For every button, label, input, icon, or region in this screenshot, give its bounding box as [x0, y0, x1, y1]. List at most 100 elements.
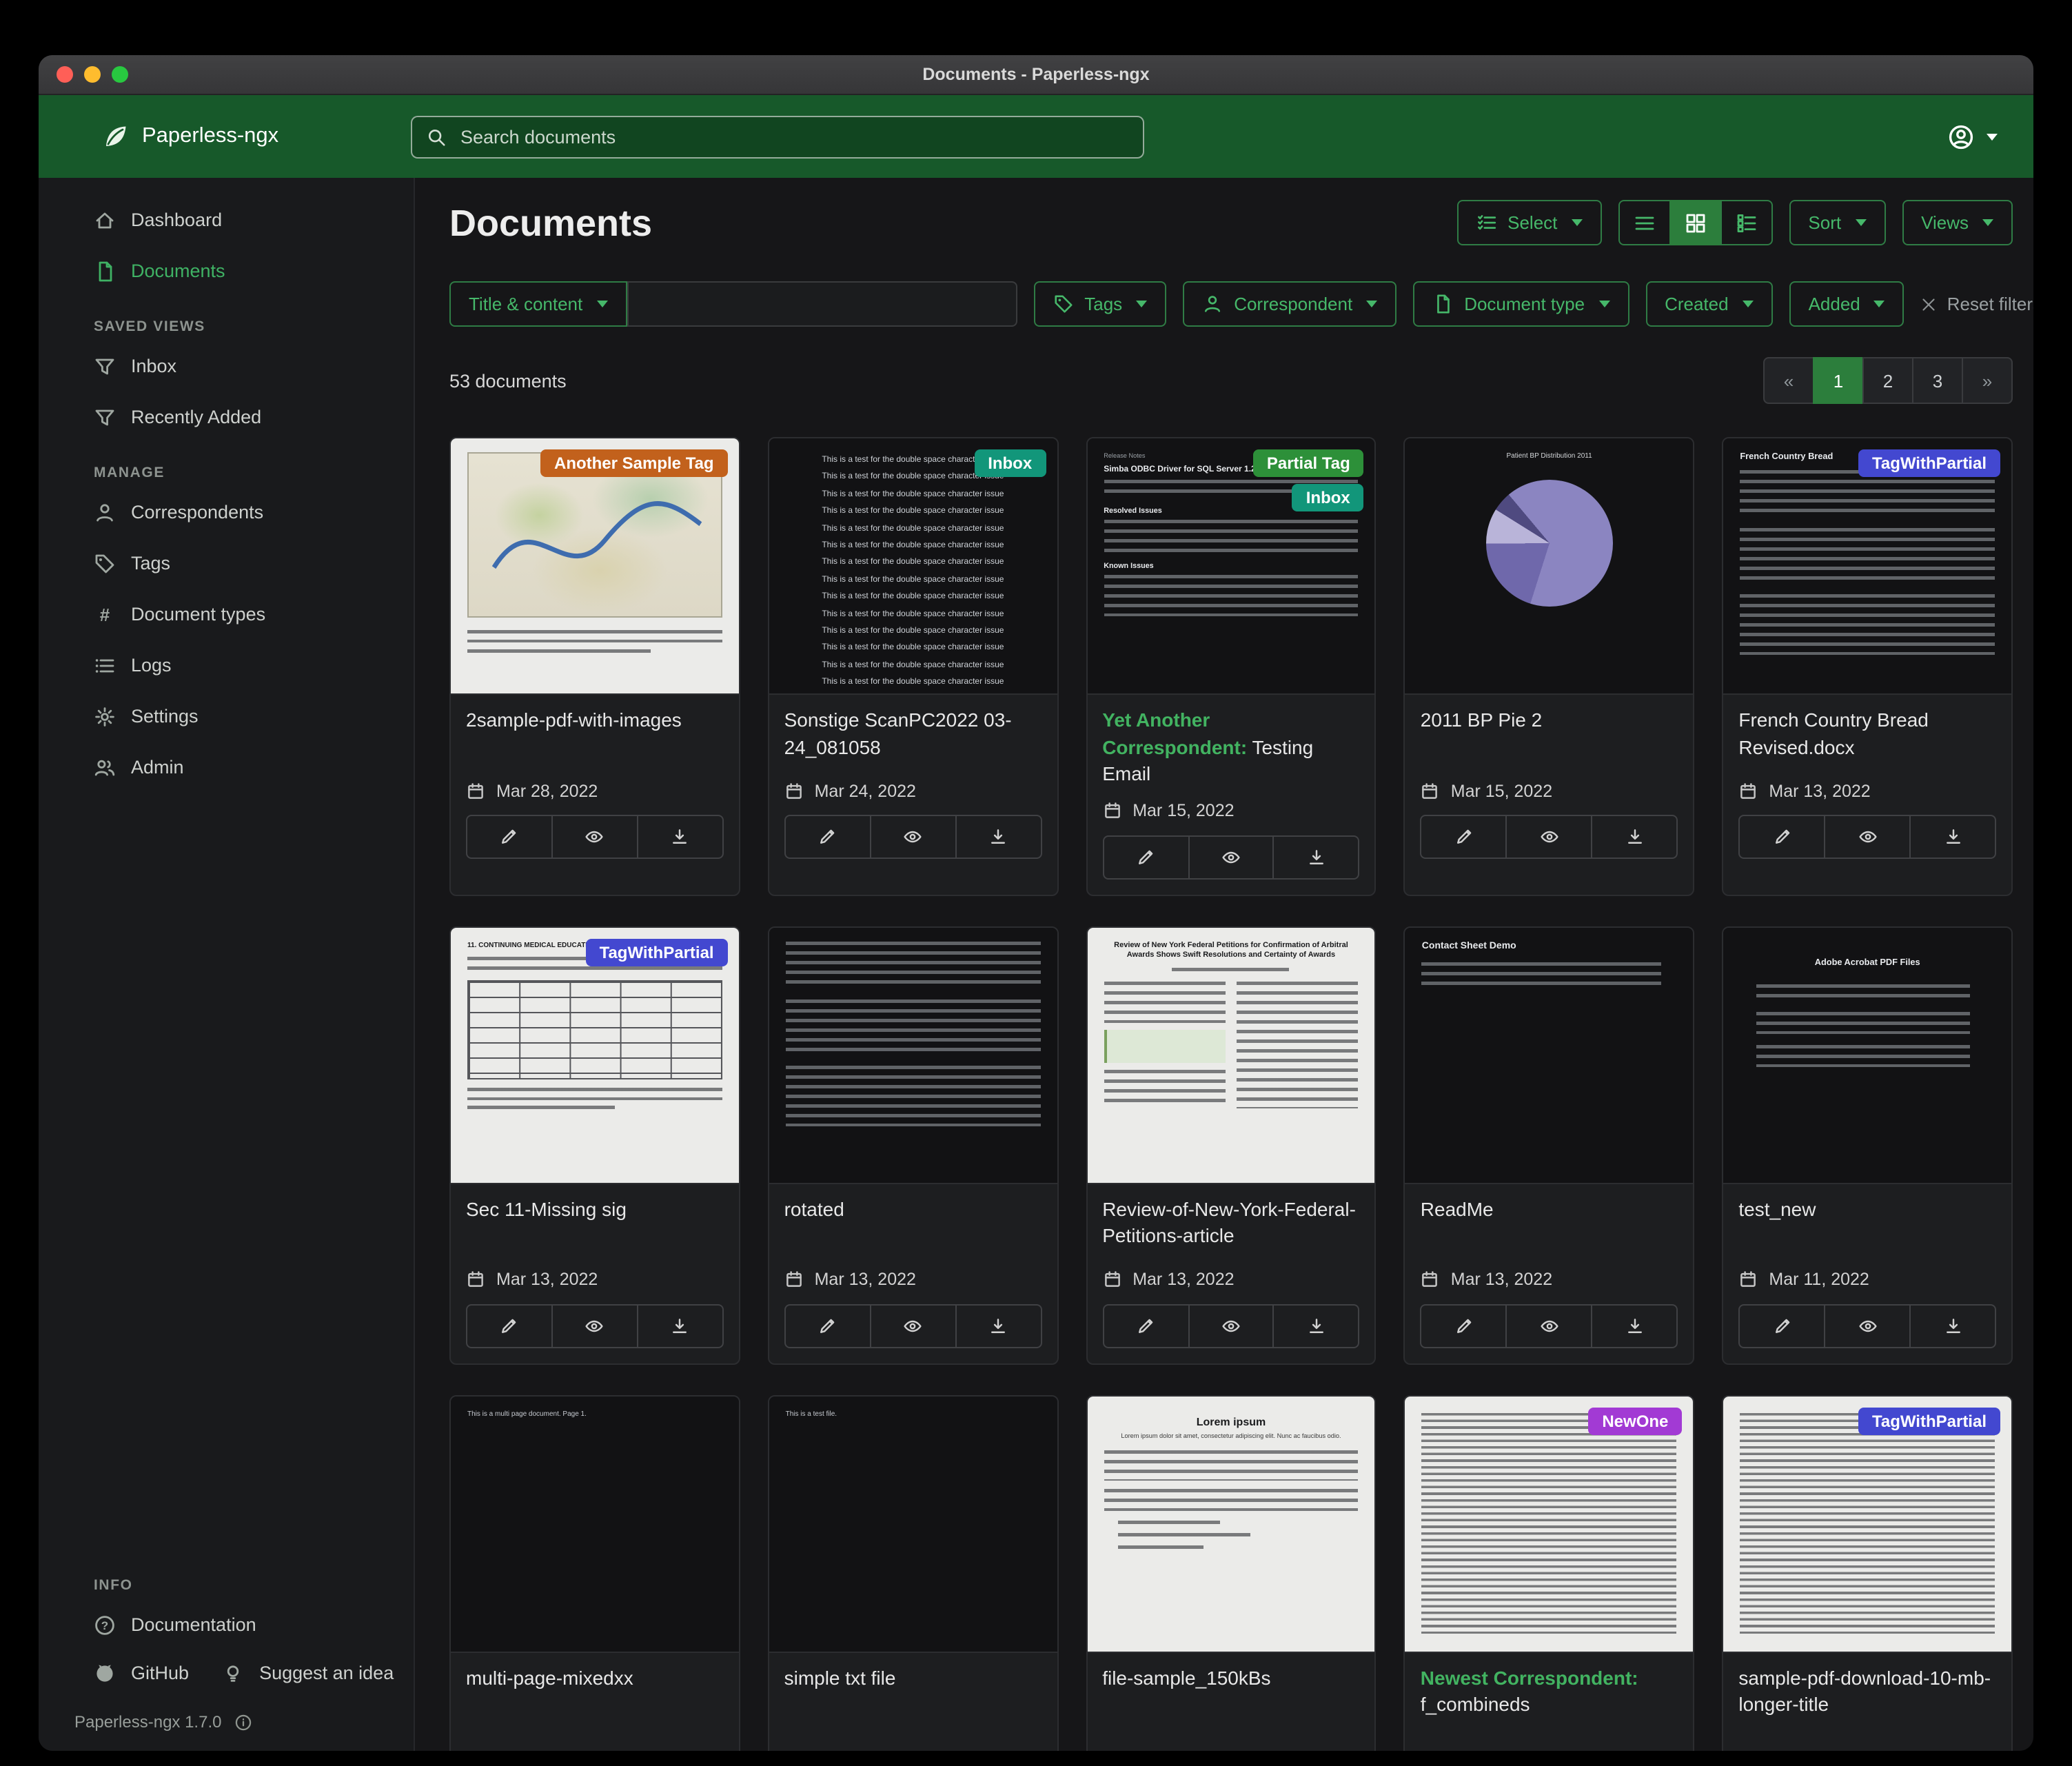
view-button[interactable] [1506, 815, 1593, 859]
created-filter-button[interactable]: Created [1645, 281, 1773, 327]
document-card-french-country-bread-revised-docx[interactable]: French Country BreadTagWithPartialFrench… [1722, 437, 2013, 896]
document-title[interactable]: Sec 11-Missing sig [466, 1197, 724, 1257]
tag-badge[interactable]: NewOne [1588, 1408, 1682, 1435]
close-window-button[interactable] [57, 66, 73, 83]
document-thumbnail[interactable]: This is a test file. [769, 1397, 1057, 1652]
sidebar-item-recently-added[interactable]: Recently Added [72, 394, 394, 440]
select-button[interactable]: Select [1456, 200, 1601, 245]
document-title[interactable]: Yet Another Correspondent: Testing Email [1102, 707, 1360, 789]
pagination-prev[interactable]: « [1763, 357, 1814, 404]
edit-button[interactable] [1738, 815, 1825, 859]
correspondent-link[interactable]: Newest Correspondent: [1421, 1667, 1638, 1689]
document-title[interactable]: test_new [1738, 1197, 1996, 1257]
sidebar-item-admin[interactable]: Admin [72, 744, 394, 790]
edit-button[interactable] [1102, 1304, 1189, 1348]
sidebar-item-correspondents[interactable]: Correspondents [72, 489, 394, 535]
minimize-window-button[interactable] [84, 66, 101, 83]
document-card-f-combineds[interactable]: NewOne Newest Correspondent: f_combineds [1404, 1395, 1695, 1751]
view-detail-toggle[interactable] [1720, 200, 1772, 245]
sidebar-item-inbox[interactable]: Inbox [72, 343, 394, 389]
document-card-sec-11-missing-sig[interactable]: 11. CONTINUING MEDICAL EDUCATIONTagWithP… [449, 926, 740, 1365]
tag-badge[interactable]: TagWithPartial [586, 939, 728, 966]
document-card-review-of-new-york-federal-petitions-article[interactable]: Review of New York Federal Petitions for… [1086, 926, 1377, 1365]
tags-filter-button[interactable]: Tags [1033, 281, 1166, 327]
tag-badge[interactable]: Inbox [1292, 484, 1364, 511]
sidebar-item-tags[interactable]: Tags [72, 540, 394, 586]
search-input[interactable] [458, 125, 1129, 148]
download-button[interactable] [1273, 1304, 1360, 1348]
title-content-filter-input[interactable] [627, 281, 1017, 327]
pagination-next[interactable]: » [1962, 357, 2013, 404]
info-icon[interactable] [234, 1713, 252, 1731]
document-title[interactable]: ReadMe [1421, 1197, 1678, 1257]
download-button[interactable] [1592, 815, 1678, 859]
sidebar-item-settings[interactable]: Settings [72, 693, 394, 739]
document-card-sample-pdf-download-10-mb-longer-title[interactable]: TagWithPartial sample-pdf-download-10-mb-… [1722, 1395, 2013, 1751]
sidebar-item-documents[interactable]: Documents [72, 248, 394, 294]
view-grid-toggle[interactable] [1669, 200, 1721, 245]
tag-badge[interactable]: Partial Tag [1253, 449, 1364, 477]
edit-button[interactable] [1102, 835, 1189, 880]
user-menu[interactable] [1948, 123, 2006, 150]
document-thumbnail[interactable] [769, 928, 1057, 1183]
sidebar-item-logs[interactable]: Logs [72, 642, 394, 688]
tag-badge[interactable]: Inbox [974, 449, 1046, 477]
edit-button[interactable] [466, 815, 553, 859]
document-title[interactable]: 2sample-pdf-with-images [466, 707, 724, 768]
document-card-sonstige-scanpc2022-03-24-081058[interactable]: This is a test for the double space char… [768, 437, 1059, 896]
download-button[interactable] [637, 1304, 724, 1348]
edit-button[interactable] [466, 1304, 553, 1348]
document-thumbnail[interactable]: Adobe Acrobat PDF Files [1723, 928, 2011, 1183]
views-button[interactable]: Views [1902, 200, 2013, 245]
pagination-page-3[interactable]: 3 [1912, 357, 1963, 404]
view-list-toggle[interactable] [1618, 200, 1670, 245]
view-button[interactable] [551, 1304, 638, 1348]
title-content-dropdown[interactable]: Title & content [449, 281, 627, 327]
view-button[interactable] [1824, 815, 1911, 859]
edit-button[interactable] [1421, 815, 1507, 859]
document-card-multi-page-mixedxx[interactable]: This is a multi page document. Page 1. mu… [449, 1395, 740, 1751]
pagination-page-1[interactable]: 1 [1813, 357, 1864, 404]
edit-button[interactable] [784, 1304, 871, 1348]
document-title[interactable]: file-sample_150kBs [1102, 1665, 1360, 1726]
document-thumbnail[interactable]: This is a multi page document. Page 1. [451, 1397, 739, 1652]
added-filter-button[interactable]: Added [1789, 281, 1905, 327]
zoom-window-button[interactable] [112, 66, 128, 83]
document-title[interactable]: simple txt file [784, 1665, 1042, 1726]
document-type-filter-button[interactable]: Document type [1413, 281, 1629, 327]
document-title[interactable]: Sonstige ScanPC2022 03-24_081058 [784, 707, 1042, 768]
reset-filters-button[interactable]: Reset filters [1921, 294, 2033, 314]
document-card-file-sample-150kbs[interactable]: Lorem ipsumLorem ipsum dolor sit amet, c… [1086, 1395, 1377, 1751]
document-title[interactable]: sample-pdf-download-10-mb-longer-title [1738, 1665, 1996, 1726]
document-title[interactable]: 2011 BP Pie 2 [1421, 707, 1678, 768]
sidebar-item-github[interactable]: GitHub [72, 1650, 194, 1696]
edit-button[interactable] [1421, 1304, 1507, 1348]
download-button[interactable] [955, 815, 1042, 859]
document-thumbnail[interactable]: Contact Sheet Demo [1405, 928, 1694, 1183]
download-button[interactable] [1592, 1304, 1678, 1348]
tag-badge[interactable]: TagWithPartial [1858, 1408, 2000, 1435]
download-button[interactable] [955, 1304, 1042, 1348]
document-title[interactable]: French Country Bread Revised.docx [1738, 707, 1996, 768]
download-button[interactable] [1273, 835, 1360, 880]
view-button[interactable] [1188, 1304, 1274, 1348]
sidebar-item-document-types[interactable]: #Document types [72, 591, 394, 637]
correspondent-link[interactable]: Yet Another Correspondent: [1102, 709, 1247, 758]
download-button[interactable] [1909, 815, 1996, 859]
edit-button[interactable] [1738, 1304, 1825, 1348]
document-title[interactable]: multi-page-mixedxx [466, 1665, 724, 1726]
document-card-simple-txt-file[interactable]: This is a test file. simple txt file [768, 1395, 1059, 1751]
document-card-rotated[interactable]: rotatedMar 13, 2022 [768, 926, 1059, 1365]
document-title[interactable]: Newest Correspondent: f_combineds [1421, 1665, 1678, 1726]
document-card-readme[interactable]: Contact Sheet DemoReadMeMar 13, 2022 [1404, 926, 1695, 1365]
download-button[interactable] [1909, 1304, 1996, 1348]
document-thumbnail[interactable]: Review of New York Federal Petitions for… [1087, 928, 1375, 1183]
tag-badge[interactable]: Another Sample Tag [540, 449, 728, 477]
document-card-2sample-pdf-with-images[interactable]: Another Sample Tag 2sample-pdf-with-image… [449, 437, 740, 896]
sidebar-item-documentation[interactable]: ? Documentation [72, 1602, 397, 1647]
document-card-2011-bp-pie-2[interactable]: Patient BP Distribution 20112011 BP Pie … [1404, 437, 1695, 896]
suggest-idea-link[interactable]: Suggest an idea [200, 1650, 399, 1696]
document-card-testing-email[interactable]: Release NotesSimba ODBC Driver for SQL S… [1086, 437, 1377, 896]
document-title[interactable]: rotated [784, 1197, 1042, 1257]
view-button[interactable] [1824, 1304, 1911, 1348]
